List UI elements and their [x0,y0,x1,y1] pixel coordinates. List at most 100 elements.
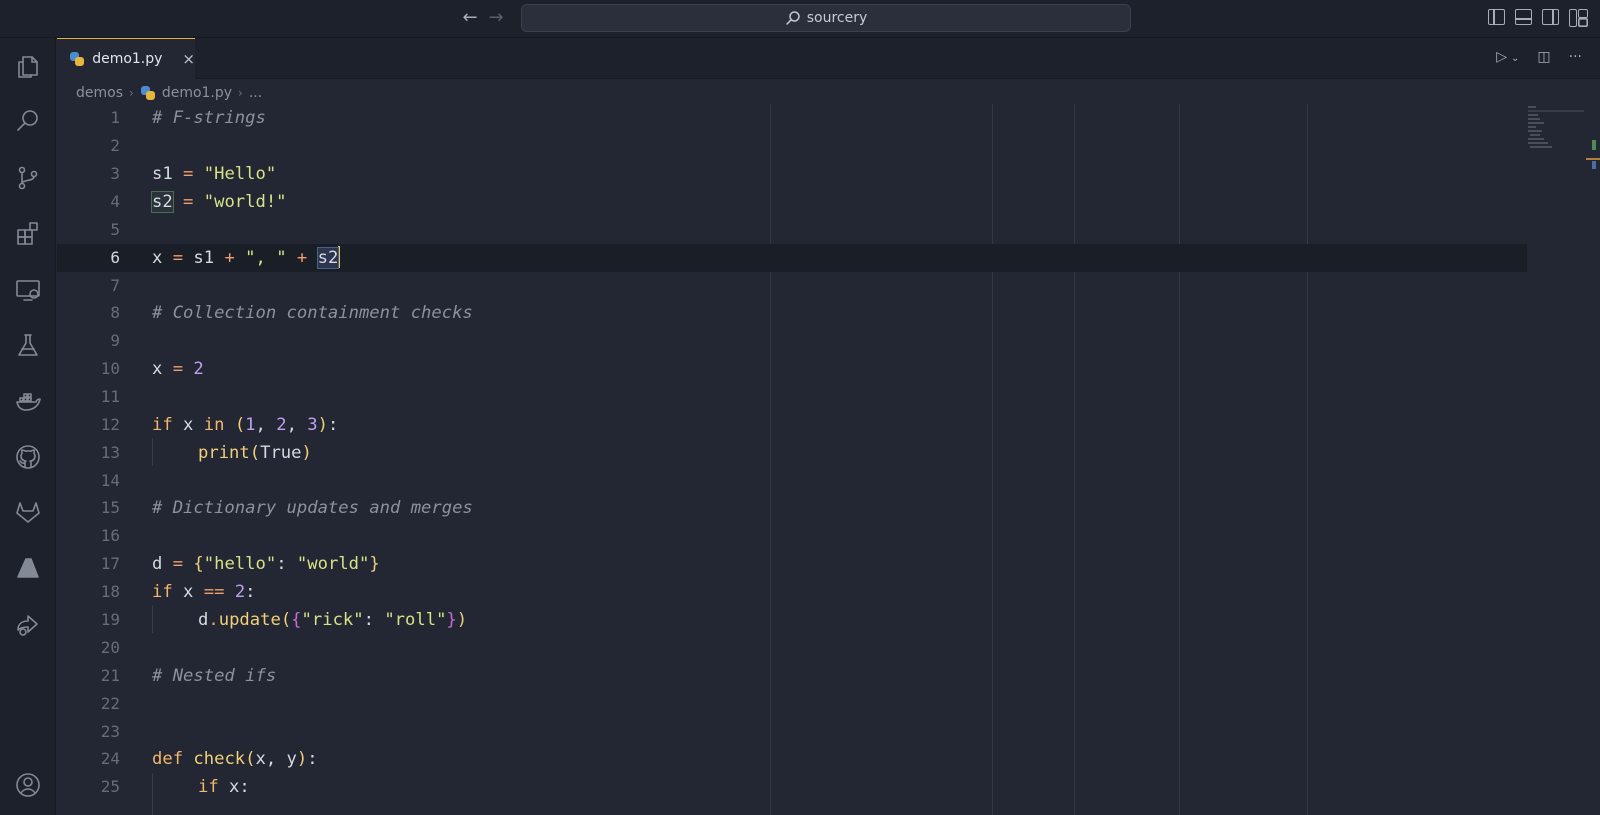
token: == [203,582,225,602]
account-icon[interactable] [0,765,56,805]
token: ) [296,749,308,769]
code-line: 1 # F-strings [57,104,1527,132]
token: } [446,610,457,630]
token: if [152,415,173,435]
token: { [193,554,204,574]
line-number: 22 [100,694,120,713]
title-bar: ← → sourcery [0,0,1600,38]
token: def [152,749,184,769]
customize-layout-icon[interactable] [1569,9,1588,27]
remote-explorer-icon[interactable] [0,270,56,310]
layout-controls [1488,9,1588,27]
more-actions-icon[interactable]: ··· [1569,49,1582,65]
line-number: 24 [100,749,120,768]
token: + [286,248,318,268]
gitlab-icon[interactable] [0,492,56,532]
token: , [255,415,277,435]
tab-demo1-py[interactable]: demo1.py × [57,38,195,79]
close-icon[interactable]: × [182,50,195,68]
token: x [152,359,163,379]
token: = [172,164,204,184]
code-line: 23 [57,718,1527,746]
code-line: 16 [57,522,1527,550]
line-number: 19 [100,610,120,629]
code-editor[interactable]: 1 # F-strings 2 3 s1 = "Hello" 4 s2 = "w… [57,104,1527,815]
search-icon[interactable] [0,101,56,141]
token: "Hello" [203,164,277,184]
comment: # Nested ifs [152,666,277,686]
scrollbar[interactable] [1586,104,1600,184]
symbol-highlight: s2 [316,247,340,269]
token: = [162,248,194,268]
token: s1 [193,248,215,268]
azure-icon[interactable] [0,548,56,588]
line-number: 18 [100,582,120,601]
extensions-icon[interactable] [0,214,56,254]
token: : [328,415,339,435]
token: : [245,582,256,602]
token: True [260,443,302,463]
token: "world!" [203,192,287,212]
token: if [198,777,219,797]
token: : [276,554,297,574]
chevron-right-icon: › [129,86,134,100]
token: = [172,192,204,212]
token: "rick" [301,610,364,630]
code-line: 12 if x in (1, 2, 3): [57,411,1527,439]
code-line: 2 [57,132,1527,160]
token: 1 [245,415,256,435]
token: 2 [234,582,246,602]
code-line: 11 [57,383,1527,411]
token: ( [245,749,256,769]
arrow-right-icon[interactable]: → [488,8,504,28]
toggle-secondary-sidebar-icon[interactable] [1542,9,1559,25]
token: d [152,554,163,574]
code-line: 18 if x == 2: [57,578,1527,606]
token: 2 [193,359,204,379]
toggle-panel-icon[interactable] [1515,9,1532,25]
code-line: 24 def check(x, y): [57,745,1527,773]
explorer-icon[interactable] [0,47,56,87]
line-number: 21 [100,666,120,685]
token: ( [280,610,292,630]
token: + [214,248,246,268]
token: x, y [255,749,297,769]
arrow-left-icon[interactable]: ← [462,8,478,28]
code-line: 5 [57,216,1527,244]
command-center-search[interactable]: sourcery [521,4,1131,32]
python-file-icon [140,85,156,101]
code-line: 13 print(True) [57,439,1527,467]
toggle-primary-sidebar-icon[interactable] [1488,9,1505,25]
code-line: 15 # Dictionary updates and merges [57,494,1527,522]
minimap[interactable] [1528,104,1586,164]
run-icon[interactable]: ▷ ⌄ [1496,49,1519,65]
token: d [198,610,209,630]
source-control-icon[interactable] [0,158,56,198]
token: "world" [296,554,370,574]
docker-icon[interactable] [0,382,56,422]
token: update [218,610,281,630]
breadcrumb: demos › demo1.py › ... [76,82,262,104]
token: { [291,610,302,630]
token: 3 [307,415,318,435]
breadcrumb-file[interactable]: demo1.py [162,85,232,101]
python-file-icon [69,51,85,67]
breadcrumb-more[interactable]: ... [249,85,262,101]
line-number: 20 [100,638,120,657]
line-number: 15 [100,498,120,517]
line-number: 1 [110,108,120,127]
tab-bar: demo1.py × ▷ ⌄ ◫ ··· [57,38,1600,79]
search-icon [785,11,800,25]
line-number: 4 [110,192,120,211]
live-share-icon[interactable] [0,604,56,644]
token: ( [249,443,261,463]
token: } [369,554,380,574]
github-icon[interactable] [0,437,56,477]
breadcrumb-folder[interactable]: demos [76,85,123,101]
token: = [162,359,194,379]
testing-icon[interactable] [0,326,56,366]
split-editor-icon[interactable]: ◫ [1537,49,1550,65]
